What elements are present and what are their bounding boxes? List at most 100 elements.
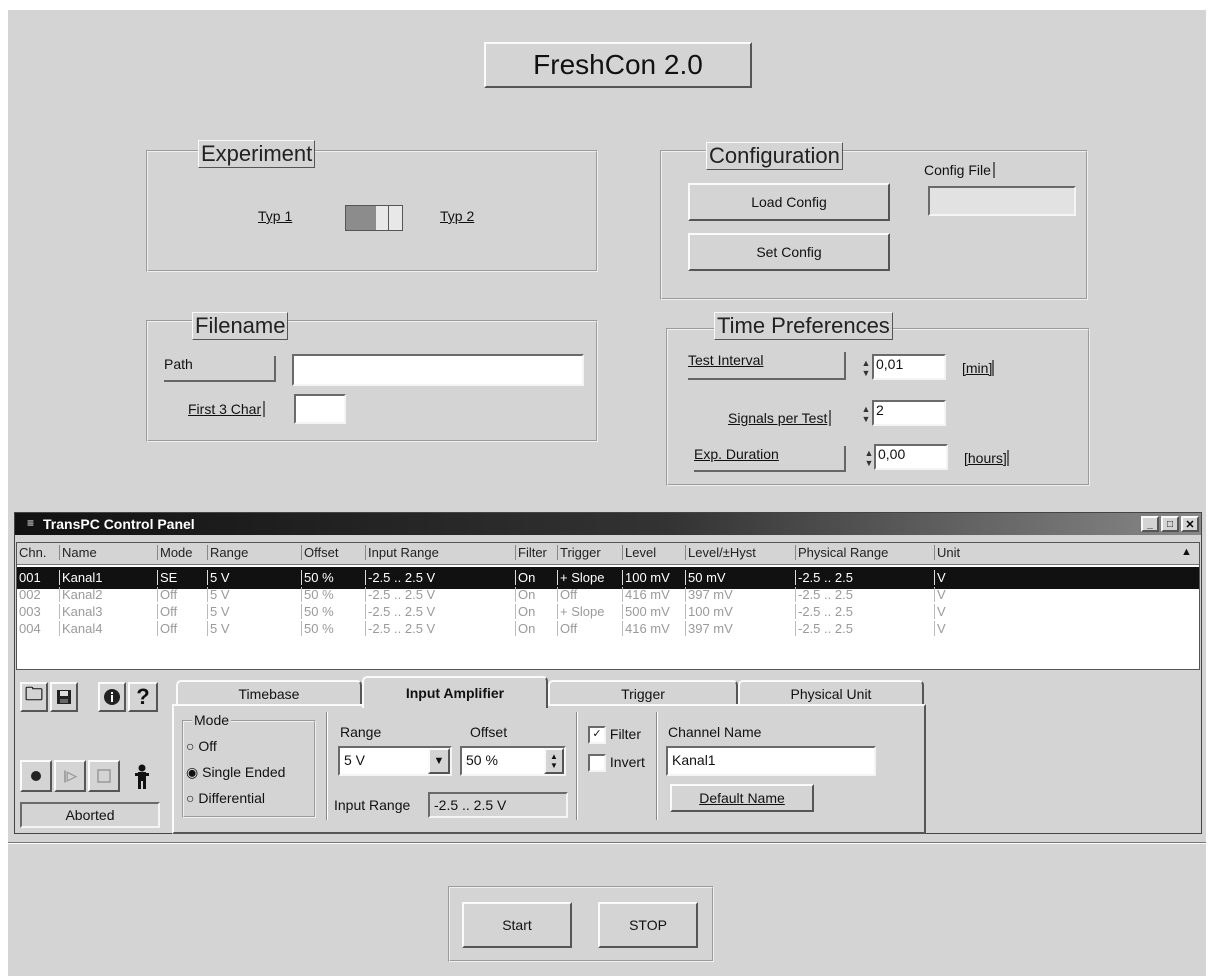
column-header[interactable]: Physical Range bbox=[795, 545, 888, 560]
table-cell: 397 mV bbox=[685, 587, 733, 602]
signals-per-test-label: Signals per Test bbox=[728, 410, 832, 426]
table-cell: 100 mV bbox=[685, 604, 733, 619]
table-cell: -2.5 .. 2.5 bbox=[795, 587, 853, 602]
table-cell: Off bbox=[557, 621, 577, 636]
duration-spinner[interactable]: ▲ ▼ bbox=[864, 448, 874, 468]
radio-off-icon: ○ bbox=[186, 738, 195, 754]
channel-name-input[interactable]: Kanal1 bbox=[666, 746, 876, 776]
table-cell: 5 V bbox=[207, 604, 230, 619]
offset-input[interactable]: 50 % ▲ ▼ bbox=[460, 746, 566, 776]
minimize-icon[interactable]: _ bbox=[1141, 516, 1159, 532]
duration-input[interactable]: 0,00 bbox=[874, 444, 948, 470]
table-cell: 5 V bbox=[207, 621, 230, 636]
table-cell: V bbox=[934, 604, 946, 619]
table-cell: 002 bbox=[19, 587, 41, 602]
channel-name-label: Channel Name bbox=[668, 724, 762, 740]
table-cell: 003 bbox=[19, 604, 41, 619]
filename-title: Filename bbox=[192, 312, 289, 340]
test-interval-value: 0,01 bbox=[876, 356, 904, 372]
column-header[interactable]: Chn. bbox=[19, 545, 46, 560]
column-header[interactable]: Filter bbox=[515, 545, 547, 560]
mode-single-ended-label: Single Ended bbox=[202, 764, 286, 780]
panel-menu-icon[interactable]: ≡ bbox=[27, 516, 34, 530]
test-interval-spinner[interactable]: ▲ ▼ bbox=[861, 358, 871, 378]
channel-table-header bbox=[17, 543, 1199, 565]
separator-1 bbox=[326, 712, 328, 820]
configuration-title: Configuration bbox=[706, 142, 843, 170]
scroll-up-icon[interactable]: ▲ bbox=[1181, 546, 1192, 558]
configuration-group bbox=[660, 150, 1088, 300]
column-header[interactable]: Trigger bbox=[557, 545, 601, 560]
tab-input-amplifier[interactable]: Input Amplifier bbox=[362, 676, 548, 708]
app-title-text: FreshCon 2.0 bbox=[533, 49, 703, 80]
maximize-icon[interactable]: □ bbox=[1161, 516, 1179, 532]
table-cell: 001 bbox=[19, 570, 41, 585]
column-header[interactable]: Unit bbox=[934, 545, 960, 560]
close-icon[interactable]: ✕ bbox=[1181, 516, 1199, 532]
mode-option-single-ended[interactable]: ◉ Single Ended bbox=[186, 764, 285, 781]
table-cell: V bbox=[934, 570, 946, 585]
table-cell: On bbox=[515, 604, 535, 619]
help-icon[interactable]: ? bbox=[128, 682, 158, 712]
path-input[interactable] bbox=[292, 354, 584, 386]
config-file-field bbox=[928, 186, 1076, 216]
footer-separator bbox=[8, 842, 1206, 844]
tab-trigger[interactable]: Trigger bbox=[548, 680, 738, 706]
record-icon[interactable] bbox=[20, 760, 52, 792]
column-header[interactable]: Level/±Hyst bbox=[685, 545, 756, 560]
typ1-label: Typ 1 bbox=[258, 208, 293, 224]
stop-icon[interactable] bbox=[88, 760, 120, 792]
table-cell: 416 mV bbox=[622, 587, 670, 602]
set-config-button[interactable]: Set Config bbox=[688, 233, 890, 271]
radio-differential-icon: ○ bbox=[186, 790, 195, 806]
experiment-type-toggle[interactable] bbox=[345, 205, 403, 231]
invert-check-icon bbox=[588, 754, 606, 773]
stop-button[interactable]: STOP bbox=[598, 902, 698, 948]
column-header[interactable]: Level bbox=[622, 545, 656, 560]
first3-input[interactable] bbox=[294, 394, 346, 424]
start-button[interactable]: Start bbox=[462, 902, 572, 948]
table-cell: On bbox=[515, 587, 535, 602]
save-icon[interactable] bbox=[50, 682, 78, 712]
chevron-down-icon[interactable]: ▼ bbox=[428, 748, 450, 774]
table-cell: 50 % bbox=[301, 570, 334, 585]
default-name-button[interactable]: Default Name bbox=[670, 784, 814, 812]
info-icon[interactable] bbox=[98, 682, 126, 712]
column-header[interactable]: Offset bbox=[301, 545, 338, 560]
table-cell: On bbox=[515, 621, 535, 636]
column-header[interactable]: Mode bbox=[157, 545, 193, 560]
column-header[interactable]: Range bbox=[207, 545, 248, 560]
mode-option-off[interactable]: ○ Off bbox=[186, 738, 217, 754]
test-interval-label: Test Interval bbox=[688, 352, 764, 368]
duration-value: 0,00 bbox=[878, 446, 906, 462]
table-cell: Kanal2 bbox=[59, 587, 102, 602]
table-cell: 50 % bbox=[301, 604, 334, 619]
offset-spinner-icon[interactable]: ▲ ▼ bbox=[544, 748, 564, 774]
control-panel-titlebar[interactable]: ≡ TransPC Control Panel _ □ ✕ bbox=[15, 513, 1201, 535]
test-interval-label-box: Test Interval bbox=[688, 352, 846, 380]
start-label: Start bbox=[502, 917, 532, 933]
mode-title: Mode bbox=[192, 712, 232, 728]
table-cell: 100 mV bbox=[622, 570, 670, 585]
load-config-button[interactable]: Load Config bbox=[688, 183, 890, 221]
table-cell: Off bbox=[157, 621, 177, 636]
filter-checkbox[interactable]: ✓ Filter bbox=[588, 726, 641, 745]
signals-spinner[interactable]: ▲ ▼ bbox=[861, 404, 871, 424]
table-cell: 416 mV bbox=[622, 621, 670, 636]
open-folder-icon[interactable]: 🗀 bbox=[20, 682, 48, 712]
column-header[interactable]: Input Range bbox=[365, 545, 439, 560]
range-select[interactable]: 5 V ▼ bbox=[338, 746, 452, 776]
invert-checkbox[interactable]: Invert bbox=[588, 754, 645, 773]
column-header[interactable]: Name bbox=[59, 545, 97, 560]
table-cell: Kanal4 bbox=[59, 621, 102, 636]
signals-input[interactable]: 2 bbox=[872, 400, 946, 426]
play-step-icon[interactable]: |▷ bbox=[54, 760, 86, 792]
test-interval-input[interactable]: 0,01 bbox=[872, 354, 946, 380]
table-cell: 50 % bbox=[301, 621, 334, 636]
table-cell: -2.5 .. 2.5 V bbox=[365, 570, 435, 585]
tab-physical-unit[interactable]: Physical Unit bbox=[738, 680, 924, 706]
selected-row-bg[interactable] bbox=[17, 567, 1199, 589]
mode-option-differential[interactable]: ○ Differential bbox=[186, 790, 265, 806]
tab-timebase[interactable]: Timebase bbox=[176, 680, 362, 706]
experiment-title: Experiment bbox=[198, 140, 316, 168]
